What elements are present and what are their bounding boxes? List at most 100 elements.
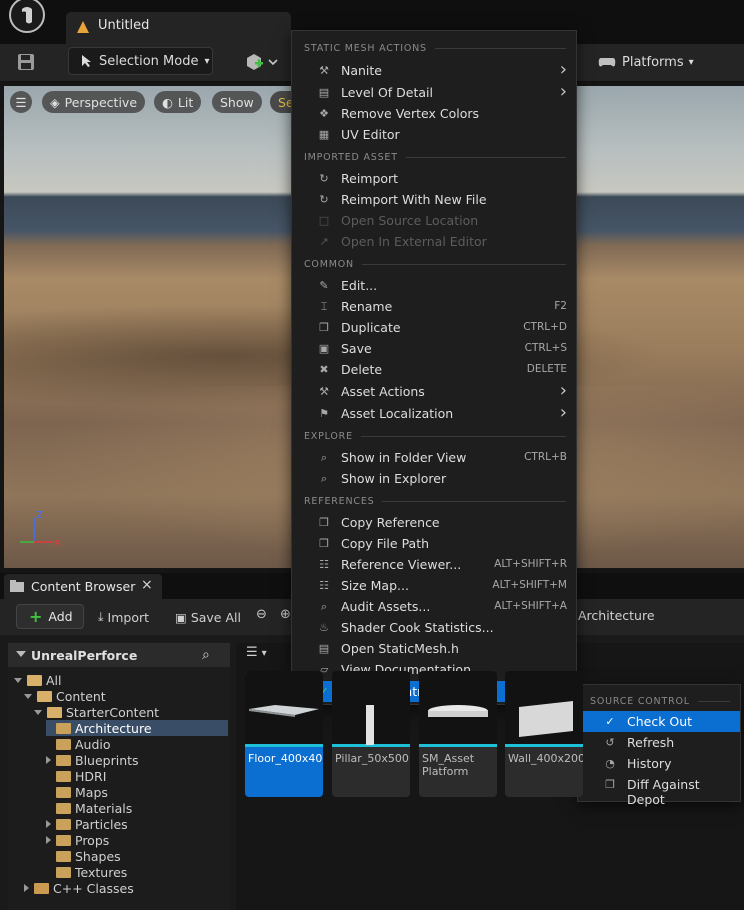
perspective-button[interactable]: ◈ Perspective: [42, 91, 146, 113]
expand-arrow-icon[interactable]: [34, 709, 42, 715]
expand-arrow-icon[interactable]: [46, 836, 51, 844]
tree-item-props[interactable]: Props: [46, 832, 109, 848]
search-icon[interactable]: ⌕: [202, 647, 210, 663]
tree-item-maps[interactable]: Maps: [46, 784, 108, 800]
tree-item-audio[interactable]: Audio: [46, 736, 111, 752]
menu-item-asset-localization[interactable]: ⚑ Asset Localization ›: [292, 402, 576, 424]
menu-item-save[interactable]: ▣ Save CTRL+S: [292, 338, 576, 359]
asset-thumbnail: [332, 671, 410, 747]
expand-arrow-icon[interactable]: [46, 756, 51, 764]
menu-item-duplicate[interactable]: ❐ Duplicate CTRL+D: [292, 317, 576, 338]
view-mode-button[interactable]: ◐ Lit: [154, 91, 202, 113]
menu-item-audit-assets[interactable]: ⌕ Audit Assets... ALT+SHIFT+A: [292, 596, 576, 617]
uv-grid-icon: ▦: [318, 128, 330, 141]
menu-item-uv-editor[interactable]: ▦ UV Editor: [292, 124, 576, 145]
tree-item-hdri[interactable]: HDRI: [46, 768, 106, 784]
submenu-section-header: SOURCE CONTROL: [590, 694, 730, 708]
expand-arrow-icon[interactable]: [24, 884, 29, 892]
size-map-icon: ☷: [319, 579, 329, 592]
platforms-button[interactable]: Platforms ▾: [598, 53, 698, 71]
submenu-item-check-out[interactable]: ✓ Check Out: [578, 711, 740, 732]
asset-tile-floor-400x400[interactable]: Floor_400x400: [245, 671, 323, 797]
tree-item-materials[interactable]: Materials: [46, 800, 132, 816]
menu-item-level-of-detail[interactable]: ▤ Level Of Detail ›: [292, 81, 576, 103]
filter-button[interactable]: ☰ ▾: [246, 645, 282, 663]
tree-item-architecture[interactable]: Architecture: [46, 720, 228, 736]
tree-item-startercontent[interactable]: StarterContent: [34, 704, 159, 720]
asset-thumbnail: [245, 671, 323, 747]
menu-item-label: Delete: [341, 362, 383, 377]
tree-item-content[interactable]: Content: [24, 688, 106, 704]
folder-icon: [56, 722, 71, 734]
selection-mode-button[interactable]: Selection Mode ▾: [68, 47, 213, 75]
menu-item-show-in-folder-view[interactable]: ⌕ Show in Folder View CTRL+B: [292, 447, 576, 468]
add-button[interactable]: + Add: [16, 604, 84, 629]
submenu-item-diff-against-depot[interactable]: ❐ Diff Against Depot: [578, 774, 740, 807]
save-all-button[interactable]: ▣ Save All: [175, 608, 241, 626]
shortcut-label: CTRL+S: [524, 342, 567, 354]
audit-icon: ⌕: [320, 600, 328, 613]
tree-item-shapes[interactable]: Shapes: [46, 848, 121, 864]
section-divider: [405, 156, 566, 158]
menu-item-nanite[interactable]: ⚒ Nanite ›: [292, 59, 576, 81]
viewport-menu-button[interactable]: ☰: [10, 91, 32, 113]
tree-item-blueprints[interactable]: Blueprints: [46, 752, 139, 768]
asset-tile-wall-400x200[interactable]: Wall_400x200: [505, 671, 583, 797]
unreal-logo-icon[interactable]: [6, 0, 48, 36]
menu-item-reimport[interactable]: ↻ Reimport: [292, 168, 576, 189]
add-actor-button[interactable]: [245, 52, 281, 72]
tree-item-c-classes[interactable]: C++ Classes: [24, 880, 134, 896]
menu-item-copy-reference[interactable]: ❐ Copy Reference: [292, 512, 576, 533]
menu-item-open-staticmesh-h[interactable]: ▤ Open StaticMesh.h: [292, 638, 576, 659]
content-browser-tab-label: Content Browser: [31, 579, 136, 594]
expand-arrow-icon[interactable]: [24, 693, 32, 699]
folder-icon: [56, 786, 71, 798]
menu-item-label: Rename: [341, 299, 393, 314]
diff-icon: ❐: [605, 778, 615, 791]
menu-item-reimport-with-new-file[interactable]: ↻ Reimport With New File: [292, 189, 576, 210]
menu-item-asset-actions[interactable]: ⚒ Asset Actions ›: [292, 380, 576, 402]
history-back-icon[interactable]: ⊖: [256, 607, 272, 623]
plus-icon: +: [29, 607, 43, 626]
submenu-item-refresh[interactable]: ↺ Refresh: [578, 732, 740, 753]
menu-item-size-map[interactable]: ☷ Size Map... ALT+SHIFT+M: [292, 575, 576, 596]
asset-tile-pillar-50x500[interactable]: Pillar_50x500: [332, 671, 410, 797]
asset-name: Floor_400x400: [248, 752, 323, 765]
folder-tree-header[interactable]: UnrealPerforce ⌕: [8, 643, 230, 667]
menu-item-show-in-explorer[interactable]: ⌕ Show in Explorer: [292, 468, 576, 489]
reference-viewer-icon: ☷: [319, 558, 329, 571]
menu-item-shader-cook-statistics[interactable]: ♨ Shader Cook Statistics...: [292, 617, 576, 638]
collapse-arrow-icon[interactable]: [16, 651, 26, 657]
menu-item-copy-file-path[interactable]: ❐ Copy File Path: [292, 533, 576, 554]
content-browser-tab[interactable]: Content Browser ×: [4, 574, 162, 599]
tree-item-particles[interactable]: Particles: [46, 816, 128, 832]
path-breadcrumb-architecture[interactable]: Architecture: [578, 608, 655, 623]
menu-item-remove-vertex-colors[interactable]: ❖ Remove Vertex Colors: [292, 103, 576, 124]
level-tab[interactable]: Untitled: [66, 12, 291, 44]
submenu-item-history[interactable]: ◔ History: [578, 753, 740, 774]
menu-item-rename[interactable]: ⌶ Rename F2: [292, 296, 576, 317]
chevron-right-icon: ›: [559, 380, 567, 401]
tree-root-title: UnrealPerforce: [31, 648, 138, 663]
menu-section-static-mesh-actions: STATIC MESH ACTIONS: [304, 41, 566, 55]
menu-section-common: COMMON: [304, 257, 566, 271]
asset-tile-sm-asset-platform[interactable]: SM_Asset Platform: [419, 671, 497, 797]
save-icon[interactable]: [16, 52, 36, 72]
tree-item-textures[interactable]: Textures: [46, 864, 127, 880]
asset-name: Pillar_50x500: [335, 752, 409, 765]
menu-item-delete[interactable]: ✖ Delete DELETE: [292, 359, 576, 380]
tree-item-label: Materials: [75, 800, 133, 816]
close-tab-icon[interactable]: ×: [141, 577, 153, 593]
menu-item-reference-viewer[interactable]: ☷ Reference Viewer... ALT+SHIFT+R: [292, 554, 576, 575]
folder-search-icon: ⌕: [320, 451, 328, 464]
menu-item-label: Edit...: [341, 278, 378, 293]
flag-icon: ⚑: [319, 407, 329, 420]
show-button[interactable]: Show: [212, 91, 262, 113]
menu-section-title: EXPLORE: [304, 430, 353, 442]
shortcut-label: DELETE: [526, 363, 567, 375]
tree-item-all[interactable]: All: [14, 672, 62, 688]
expand-arrow-icon[interactable]: [46, 820, 51, 828]
import-button[interactable]: ⤓ Import: [98, 608, 149, 626]
menu-item-edit[interactable]: ✎ Edit...: [292, 275, 576, 296]
expand-arrow-icon[interactable]: [14, 677, 22, 683]
